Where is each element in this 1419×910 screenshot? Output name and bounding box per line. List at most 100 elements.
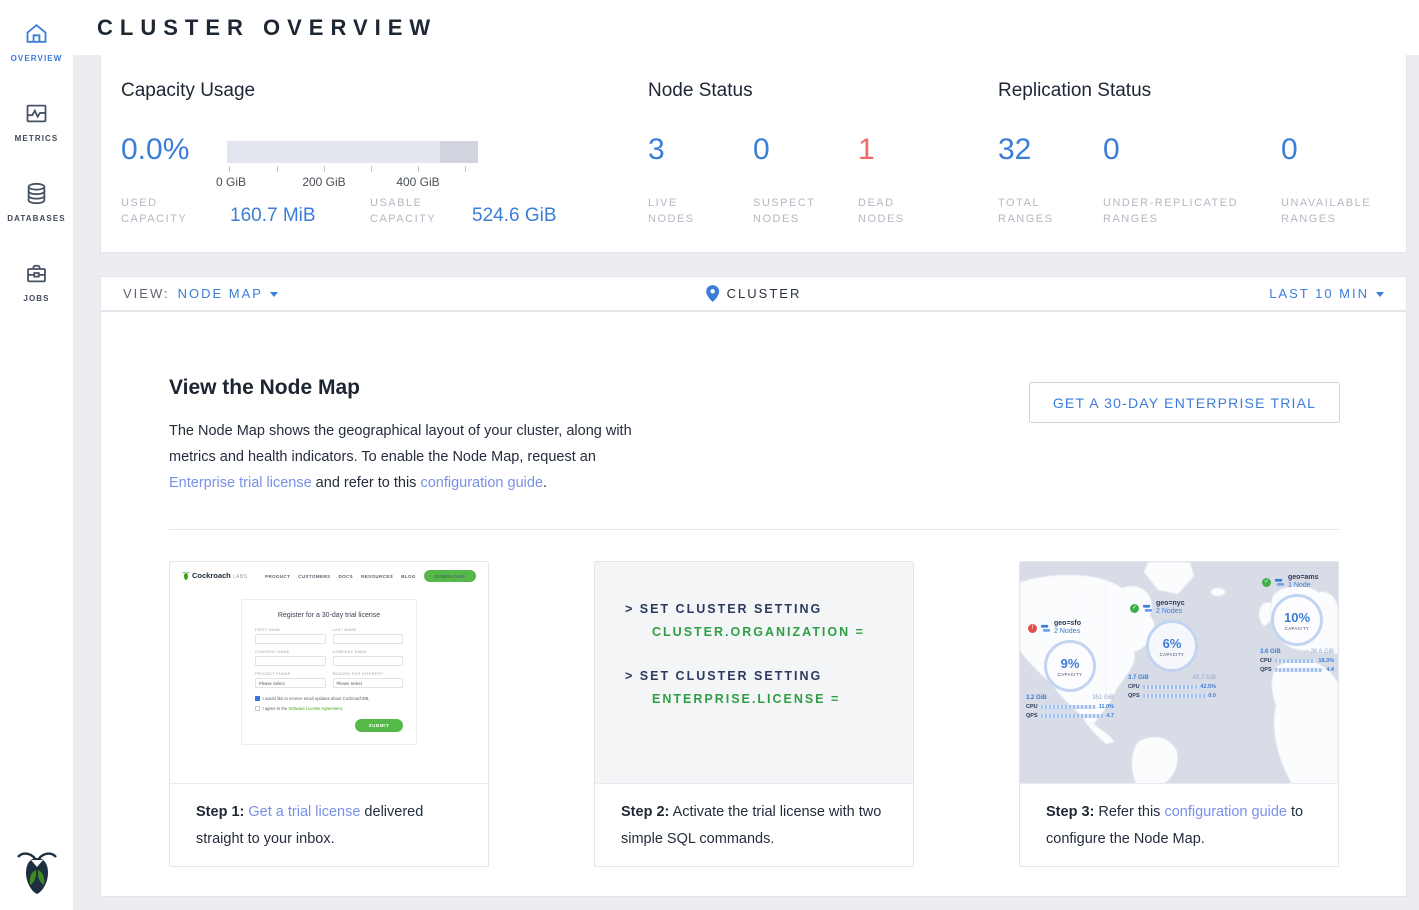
configuration-guide-link[interactable]: configuration guide: [1164, 804, 1287, 820]
node-map-heading: View the Node Map: [169, 376, 644, 400]
dead-nodes-value: 1: [858, 133, 875, 167]
checkbox-label: I would like to receive email updates ab…: [263, 696, 370, 701]
sql-setting: CLUSTER.ORGANIZATION =: [652, 625, 913, 639]
step1-card: Cockroach LABS PRODUCT CUSTOMERS DOCS RE…: [169, 561, 489, 867]
node-count: 1 Node: [1288, 582, 1319, 590]
divider: [169, 529, 1339, 530]
node-status-section: Node Status 3 0 1 LIVE NODES SUSPECT NOD…: [648, 55, 988, 252]
select-input: Please Select: [255, 678, 326, 688]
sql-command: > SET CLUSTER SETTING: [625, 669, 913, 683]
locality-name: geo=ams: [1288, 574, 1319, 582]
select-input: Please Select: [333, 678, 404, 688]
used-capacity-value: 160.7 MiB: [230, 205, 316, 227]
sql-setting: ENTERPRISE.LICENSE =: [652, 692, 913, 706]
unavailable-ranges-value: 0: [1281, 133, 1298, 167]
view-selector[interactable]: VIEW: NODE MAP: [123, 286, 278, 301]
title-band: CLUSTER OVERVIEW: [73, 0, 1419, 55]
sidebar-item-databases[interactable]: DATABASES: [0, 174, 73, 238]
logo-text: Cockroach: [192, 571, 231, 580]
sidebar-item-label: METRICS: [15, 134, 59, 143]
sidebar-item-jobs[interactable]: JOBS: [0, 254, 73, 318]
form-fields: FIRST NAME LAST NAME COMPANY NAME COMPAN…: [255, 628, 403, 688]
view-bar: VIEW: NODE MAP CLUSTER LAST 10 MIN: [100, 276, 1407, 311]
description-text: .: [543, 475, 547, 491]
cpu-bar: [1275, 659, 1315, 663]
form-title: Register for a 30-day trial license: [255, 612, 403, 619]
form-checkboxes: I would like to receive email updates ab…: [255, 696, 403, 711]
enterprise-trial-button[interactable]: GET A 30-DAY ENTERPRISE TRIAL: [1029, 382, 1340, 423]
sql-statement: > SET CLUSTER SETTING CLUSTER.ORGANIZATI…: [625, 602, 913, 639]
unavailable-ranges-label: UNAVAILABLE RANGES: [1281, 195, 1396, 227]
sql-statement: > SET CLUSTER SETTING ENTERPRISE.LICENSE…: [625, 669, 913, 706]
time-range-dropdown[interactable]: LAST 10 MIN: [1269, 286, 1384, 301]
license-agreement-link: Software License Agreement.: [288, 706, 343, 711]
enterprise-trial-license-link[interactable]: Enterprise trial license: [169, 475, 312, 491]
trial-registration-form: Register for a 30-day trial license FIRS…: [241, 599, 417, 745]
step3-caption: Step 3: Refer this configuration guide t…: [1020, 784, 1338, 853]
cluster-stats-panel: Capacity Usage 0.0% 0 GiB 200 GiB 400 Gi…: [100, 55, 1407, 253]
qps-bar: [1275, 668, 1323, 672]
node-map-description: The Node Map shows the geographical layo…: [169, 418, 644, 496]
map-node-nyc: ✓ geo=nyc 2 Nodes 6% CAPACITY 3.7 GiB43.…: [1126, 600, 1218, 699]
suspect-nodes-value: 0: [753, 133, 770, 167]
suspect-nodes-label: SUSPECT NODES: [753, 195, 833, 227]
map-node-sfo: ! geo=sfo 2 Nodes 9% CAPACITY 3.2 GiB351…: [1024, 620, 1116, 719]
node-group-icon: [1274, 577, 1285, 588]
node-up-badge: ✓: [1262, 578, 1271, 587]
time-range-value: LAST 10 MIN: [1269, 286, 1369, 301]
page-title: CLUSTER OVERVIEW: [97, 15, 437, 41]
time-range-selector[interactable]: LAST 10 MIN: [1269, 286, 1384, 301]
home-icon: [23, 20, 50, 47]
step2-card: > SET CLUSTER SETTING CLUSTER.ORGANIZATI…: [594, 561, 914, 867]
cpu-bar: [1041, 705, 1096, 709]
node-count: 2 Nodes: [1156, 608, 1185, 616]
nav-link: DOCS: [338, 574, 353, 579]
mini-website: Cockroach LABS PRODUCT CUSTOMERS DOCS RE…: [170, 562, 488, 783]
description-text: The Node Map shows the geographical layo…: [169, 423, 632, 465]
node-map-panel: View the Node Map The Node Map shows the…: [100, 311, 1407, 897]
total-ranges-label: TOTAL RANGES: [998, 195, 1068, 227]
field-label: COMPANY NAME: [255, 650, 326, 654]
under-replicated-ranges-value: 0: [1103, 133, 1120, 167]
field-label: REASON FOR INTEREST: [333, 672, 404, 676]
node-map-preview: ! geo=sfo 2 Nodes 9% CAPACITY 3.2 GiB351…: [1020, 562, 1338, 784]
cpu-bar: [1143, 685, 1197, 689]
step2-sql-snippet: > SET CLUSTER SETTING CLUSTER.ORGANIZATI…: [595, 562, 913, 784]
field-label: COMPANY EMAIL: [333, 650, 404, 654]
mini-site-header: Cockroach LABS PRODUCT CUSTOMERS DOCS RE…: [170, 562, 488, 582]
description-text: and refer to this: [312, 475, 421, 491]
capacity-axis-ticks: [227, 166, 478, 173]
field-label: LAST NAME: [333, 628, 404, 632]
axis-label: 200 GiB: [302, 175, 345, 189]
map-node-ams: ✓ geo=ams 1 Node 10% CAPACITY 3.6 GiB36.…: [1258, 574, 1336, 673]
nav-link: BLOG: [401, 574, 416, 579]
briefcase-icon: [23, 260, 50, 287]
node-group-icon: [1040, 623, 1051, 634]
get-trial-license-link[interactable]: Get a trial license: [248, 804, 360, 820]
step-prefix: Step 1:: [196, 804, 244, 820]
total-ranges-value: 32: [998, 133, 1031, 167]
chevron-down-icon: [1376, 292, 1384, 297]
usable-capacity-value: 524.6 GiB: [472, 205, 557, 227]
nav-link: PRODUCT: [265, 574, 290, 579]
text-input: [255, 634, 326, 644]
main-area: CLUSTER OVERVIEW Capacity Usage 0.0% 0 G…: [73, 0, 1419, 910]
step-prefix: Step 2:: [621, 804, 669, 820]
view-dropdown[interactable]: NODE MAP: [178, 286, 278, 301]
sidebar-item-overview[interactable]: OVERVIEW: [0, 14, 73, 78]
metrics-chart-icon: [23, 100, 50, 127]
capacity-percent: 0.0%: [121, 133, 189, 167]
view-label: VIEW:: [123, 286, 170, 301]
live-nodes-label: LIVE NODES: [648, 195, 718, 227]
sidebar-item-metrics[interactable]: METRICS: [0, 94, 73, 158]
step1-caption: Step 1: Get a trial license delivered st…: [170, 784, 488, 853]
nav-link: CUSTOMERS: [298, 574, 330, 579]
capacity-gauge: 9% CAPACITY: [1044, 640, 1096, 692]
configuration-guide-link[interactable]: configuration guide: [420, 475, 543, 491]
cluster-label: CLUSTER: [727, 286, 802, 301]
axis-label: 400 GiB: [396, 175, 439, 189]
live-nodes-value: 3: [648, 133, 665, 167]
sidebar-item-label: JOBS: [23, 294, 49, 303]
field-label: PROJECT PHASE: [255, 672, 326, 676]
step2-caption: Step 2: Activate the trial license with …: [595, 784, 913, 853]
